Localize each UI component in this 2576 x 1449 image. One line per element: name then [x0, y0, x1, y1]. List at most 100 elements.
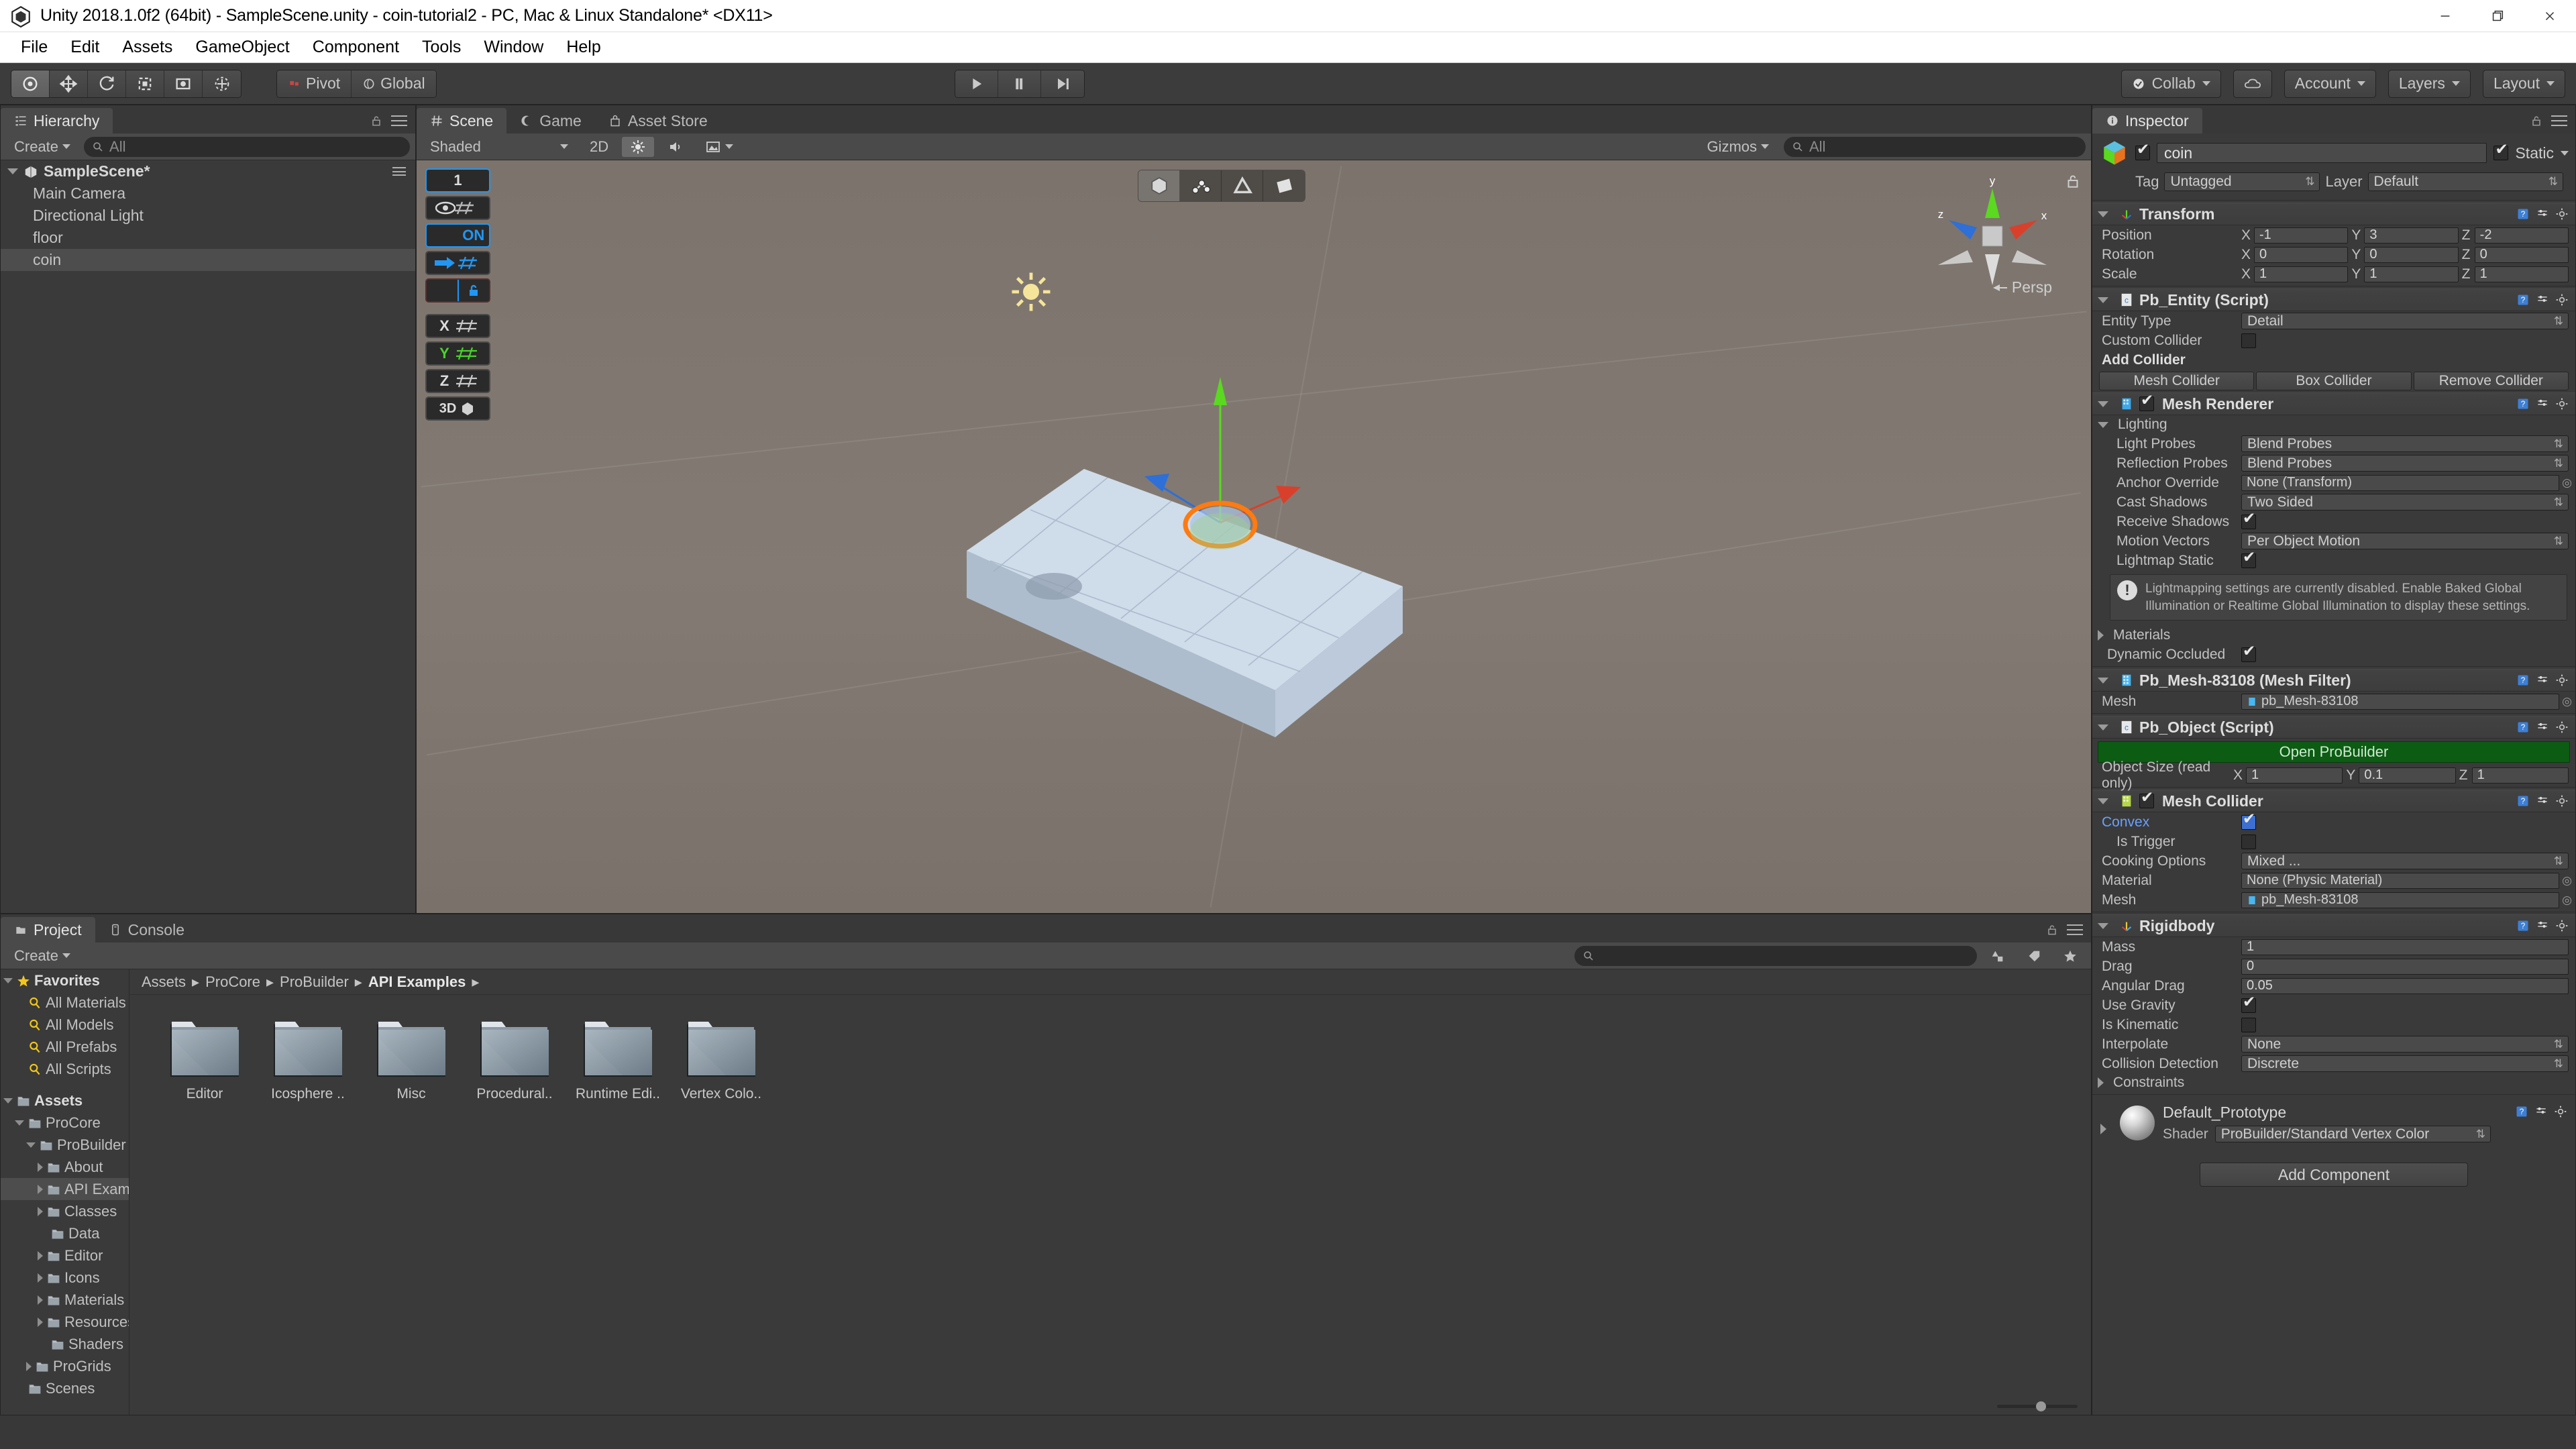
chevron-down-icon[interactable]	[2561, 150, 2569, 156]
component-header-pb-entity[interactable]: c Pb_Entity (Script) ?	[2092, 288, 2575, 311]
account-button[interactable]: Account	[2284, 69, 2376, 98]
triangle-down-icon[interactable]	[2098, 297, 2108, 303]
project-create-button[interactable]: Create	[6, 946, 78, 966]
project-tree-item[interactable]: ProCore	[1, 1112, 129, 1134]
mesh-renderer-enabled-checkbox[interactable]	[2139, 392, 2154, 411]
menu-tools[interactable]: Tools	[411, 35, 472, 60]
scene-draw-mode-dropdown[interactable]: Shaded	[422, 137, 576, 157]
step-button[interactable]	[1040, 70, 1084, 97]
collab-button[interactable]: Collab	[2121, 69, 2221, 98]
hierarchy-search-input[interactable]: All	[84, 136, 410, 157]
progrids-axis-z[interactable]: Z	[425, 369, 490, 393]
scene-gizmos-dropdown[interactable]: Gizmos	[1699, 137, 1777, 157]
rotation-y-field[interactable]: 0	[2364, 246, 2459, 263]
materials-foldout[interactable]: Materials	[2092, 626, 2575, 645]
play-button[interactable]	[955, 70, 998, 97]
transform-tool-button[interactable]	[203, 70, 241, 97]
lightmap-static-checkbox[interactable]	[2241, 549, 2256, 568]
progrids-axis-x[interactable]: X	[425, 314, 490, 338]
lock-icon[interactable]	[2045, 923, 2059, 936]
shader-dropdown[interactable]: ProBuilder/Standard Vertex Color	[2214, 1126, 2491, 1143]
pivot-toggle[interactable]: Pivot	[277, 70, 352, 97]
gear-icon[interactable]	[2555, 293, 2569, 307]
preset-icon[interactable]	[2536, 207, 2549, 221]
physic-material-field[interactable]: None (Physic Material)	[2241, 872, 2572, 889]
gear-icon[interactable]	[2555, 794, 2569, 808]
object-mode-button[interactable]	[1138, 170, 1180, 201]
menu-gameobject[interactable]: GameObject	[184, 35, 301, 60]
receive-shadows-checkbox[interactable]	[2241, 511, 2256, 529]
triangle-down-icon[interactable]	[7, 168, 18, 174]
progrids-visibility-toggle[interactable]	[425, 196, 490, 220]
project-tree-item[interactable]: ProGrids	[1, 1355, 129, 1377]
triangle-right-icon[interactable]	[38, 1273, 43, 1283]
pause-button[interactable]	[998, 70, 1041, 97]
rotation-x-field[interactable]: 0	[2254, 246, 2349, 263]
menu-window[interactable]: Window	[472, 35, 555, 60]
object-name-field[interactable]: coin	[2157, 143, 2487, 163]
project-tree-item[interactable]: All Models	[1, 1014, 129, 1036]
project-zoom-slider[interactable]	[1997, 1401, 2078, 1411]
preset-icon[interactable]	[2536, 397, 2549, 411]
favorite-button[interactable]	[2055, 946, 2086, 966]
component-header-pb-object[interactable]: c Pb_Object (Script) ?	[2092, 716, 2575, 739]
triangle-right-icon[interactable]	[38, 1162, 43, 1172]
hierarchy-menu-icon[interactable]	[391, 115, 407, 126]
hierarchy-item-floor[interactable]: floor	[1, 227, 415, 249]
triangle-down-icon[interactable]	[2098, 677, 2108, 684]
hierarchy-item-coin[interactable]: coin	[1, 249, 415, 271]
project-tree-item[interactable]: All Prefabs	[1, 1036, 129, 1058]
edge-mode-button[interactable]	[1222, 170, 1263, 201]
convex-checkbox[interactable]	[2241, 811, 2256, 830]
component-header-mesh-filter[interactable]: Pb_Mesh-83108 (Mesh Filter) ?	[2092, 669, 2575, 692]
triangle-down-icon[interactable]	[2098, 211, 2108, 217]
breadcrumb-item-procore[interactable]: ProCore	[205, 973, 260, 991]
lighting-foldout[interactable]: Lighting	[2092, 415, 2575, 434]
use-gravity-checkbox[interactable]	[2241, 994, 2256, 1013]
gear-icon[interactable]	[2555, 720, 2569, 734]
help-icon[interactable]: ?	[2516, 919, 2530, 932]
layout-button[interactable]: Layout	[2482, 69, 2565, 98]
menu-edit[interactable]: Edit	[59, 35, 111, 60]
filter-by-type-button[interactable]	[1982, 946, 2013, 966]
help-icon[interactable]: ?	[2516, 207, 2530, 221]
progrids-on-toggle[interactable]: ON	[425, 223, 490, 248]
project-folder-item[interactable]: Editor	[163, 1018, 246, 1102]
triangle-right-icon[interactable]	[38, 1184, 43, 1194]
help-icon[interactable]: ?	[2516, 720, 2530, 734]
cast-shadows-dropdown[interactable]: Two Sided	[2241, 494, 2569, 511]
menu-help[interactable]: Help	[555, 35, 612, 60]
minimize-button[interactable]	[2419, 0, 2471, 32]
scene-effects-toggle[interactable]	[697, 137, 741, 157]
position-x-field[interactable]: -1	[2254, 227, 2349, 244]
scene-menu-icon[interactable]	[392, 167, 406, 176]
tab-console[interactable]: Console	[95, 917, 198, 943]
triangle-down-icon[interactable]	[3, 1097, 13, 1104]
progrids-axis-y[interactable]: Y	[425, 341, 490, 366]
triangle-down-icon[interactable]	[2098, 421, 2108, 428]
filter-by-label-button[interactable]	[2019, 946, 2049, 966]
directional-light-gizmo[interactable]	[1007, 268, 1055, 316]
triangle-down-icon[interactable]	[2098, 922, 2108, 929]
hierarchy-scene-row[interactable]: SampleScene*	[1, 160, 415, 182]
project-tree-item[interactable]: Resources	[1, 1311, 129, 1333]
project-tree-item[interactable]: Materials	[1, 1289, 129, 1311]
scene-audio-toggle[interactable]	[659, 137, 692, 157]
project-tree-item[interactable]: API Examples	[1, 1178, 129, 1200]
collision-detection-dropdown[interactable]: Discrete	[2241, 1055, 2569, 1073]
project-tree-item[interactable]: Classes	[1, 1200, 129, 1222]
scale-z-field[interactable]: 1	[2474, 266, 2569, 282]
component-header-rigidbody[interactable]: Rigidbody ?	[2092, 914, 2575, 938]
scene-viewport[interactable]: 1 ON X Y Z 3D y x z Persp	[417, 160, 2091, 913]
interpolate-dropdown[interactable]: None	[2241, 1036, 2569, 1053]
preset-icon[interactable]	[2536, 674, 2549, 687]
move-tool-button[interactable]	[50, 70, 88, 97]
triangle-right-icon[interactable]	[38, 1250, 43, 1260]
scale-x-field[interactable]: 1	[2254, 266, 2349, 282]
project-tree-item[interactable]: Assets	[1, 1089, 129, 1112]
help-icon[interactable]: ?	[2515, 1105, 2528, 1118]
box-collider-button[interactable]: Box Collider	[2256, 372, 2412, 390]
hierarchy-create-button[interactable]: Create	[6, 137, 78, 157]
project-tree-item[interactable]: Data	[1, 1222, 129, 1244]
lock-icon[interactable]	[370, 114, 383, 127]
